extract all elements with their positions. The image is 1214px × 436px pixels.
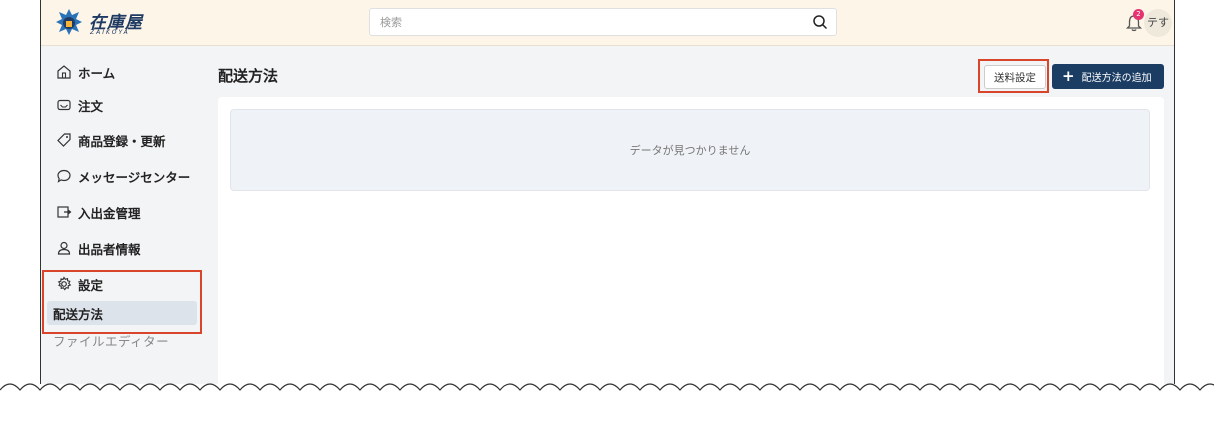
sidebar-item-label: 入出金管理	[78, 205, 141, 221]
user-avatar[interactable]: テす	[1144, 9, 1172, 37]
sidebar-item-label: 出品者情報	[78, 241, 141, 257]
shipping-settings-button[interactable]: 送料設定	[984, 65, 1046, 89]
sidebar-item-settings[interactable]: 設定	[41, 272, 103, 296]
inbox-icon	[57, 99, 71, 111]
sidebar-subitem-file-editor[interactable]: ファイルエディター	[47, 328, 169, 352]
sidebar-item-label: メッセージセンター	[78, 169, 191, 185]
chat-icon	[57, 169, 71, 183]
sidebar-item-products[interactable]: 商品登録・更新	[41, 128, 166, 152]
content-card: データが見つかりません	[218, 97, 1164, 384]
page-title: 配送方法	[218, 67, 279, 85]
sidebar-item-messages[interactable]: メッセージセンター	[41, 164, 190, 188]
logo-subtext: ZAIKOYA	[90, 29, 130, 36]
logo-mark-icon	[56, 9, 82, 35]
sidebar-subitem-shipping-methods[interactable]: 配送方法	[47, 301, 197, 325]
search-input[interactable]	[370, 9, 800, 35]
notification-badge: 2	[1133, 9, 1144, 20]
app-window: 在庫屋 ZAIKOYA 2 テす ホーム	[40, 0, 1175, 384]
torn-edge	[0, 383, 1214, 402]
sidebar-item-payments[interactable]: 入出金管理	[41, 200, 141, 224]
sidebar-item-label: 設定	[78, 277, 104, 293]
plus-icon: +	[1062, 67, 1075, 85]
add-button-label: 配送方法の追加	[1081, 73, 1152, 84]
main-content: 配送方法 送料設定 + 配送方法の追加 データが見つかりません	[203, 47, 1174, 384]
transfer-icon	[57, 206, 72, 218]
sidebar-item-seller-info[interactable]: 出品者情報	[41, 236, 141, 260]
add-shipping-method-button[interactable]: + 配送方法の追加	[1052, 64, 1164, 89]
sidebar: ホーム 注文 商品登録・更新 メッセージセンター 入出金管理 出品者情報 設定 …	[41, 47, 203, 384]
sidebar-item-label: ホーム	[78, 65, 116, 81]
gear-icon	[57, 276, 72, 291]
logo[interactable]: 在庫屋 ZAIKOYA	[55, 6, 165, 40]
sidebar-item-label: 商品登録・更新	[78, 133, 166, 149]
sidebar-item-home[interactable]: ホーム	[41, 60, 115, 84]
empty-state: データが見つかりません	[230, 109, 1150, 191]
search-box	[369, 8, 837, 36]
sidebar-item-orders[interactable]: 注文	[41, 93, 103, 117]
home-icon	[57, 65, 71, 79]
tag-icon	[57, 133, 71, 147]
sidebar-item-label: 注文	[78, 98, 104, 114]
search-icon[interactable]	[812, 14, 828, 30]
user-icon	[57, 241, 71, 255]
top-bar: 在庫屋 ZAIKOYA 2 テす	[41, 0, 1174, 46]
